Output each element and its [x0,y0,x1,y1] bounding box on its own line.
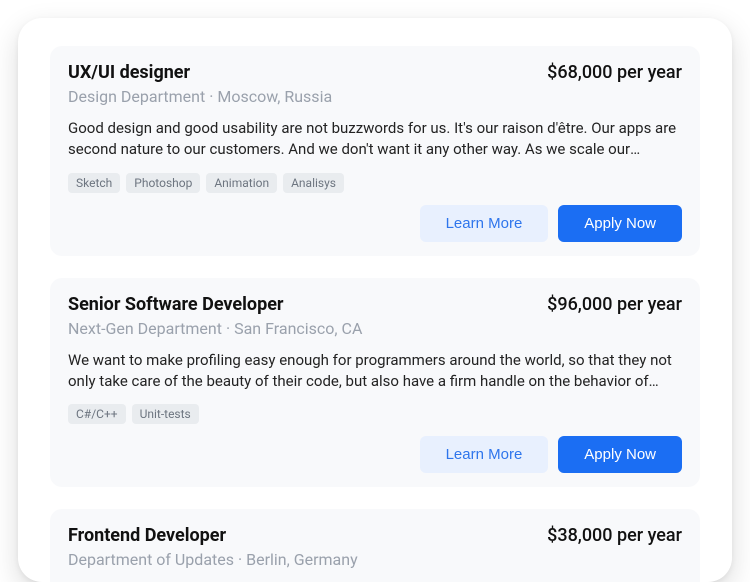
job-salary: $68,000 per year [547,62,682,83]
apply-now-button[interactable]: Apply Now [558,436,682,473]
job-salary: $38,000 per year [547,525,682,546]
job-card: Senior Software Developer $96,000 per ye… [50,278,700,488]
job-department: Next-Gen Department · San Francisco, CA [68,319,682,338]
apply-now-button[interactable]: Apply Now [558,205,682,242]
job-tags: C#/C++ Unit-tests [68,404,682,424]
skill-tag: C#/C++ [68,404,126,424]
skill-tag: Analisys [283,173,344,193]
skill-tag: Animation [206,173,277,193]
skill-tag: Unit-tests [132,404,199,424]
skill-tag: Photoshop [126,173,200,193]
job-salary: $96,000 per year [547,294,682,315]
job-tags: Sketch Photoshop Animation Analisys [68,173,682,193]
job-department: Department of Updates · Berlin, Germany [68,550,682,569]
job-department: Design Department · Moscow, Russia [68,87,682,106]
job-title: Senior Software Developer [68,294,284,315]
job-description: Good design and good usability are not b… [68,118,682,161]
learn-more-button[interactable]: Learn More [420,205,549,242]
job-title: Frontend Developer [68,525,226,546]
skill-tag: Sketch [68,173,120,193]
job-description: We want to make profiling easy enough fo… [68,350,682,393]
job-card: Frontend Developer $38,000 per year Depa… [50,509,700,582]
jobs-panel: UX/UI designer $68,000 per year Design D… [18,18,732,582]
job-card: UX/UI designer $68,000 per year Design D… [50,46,700,256]
learn-more-button[interactable]: Learn More [420,436,549,473]
job-title: UX/UI designer [68,62,190,83]
